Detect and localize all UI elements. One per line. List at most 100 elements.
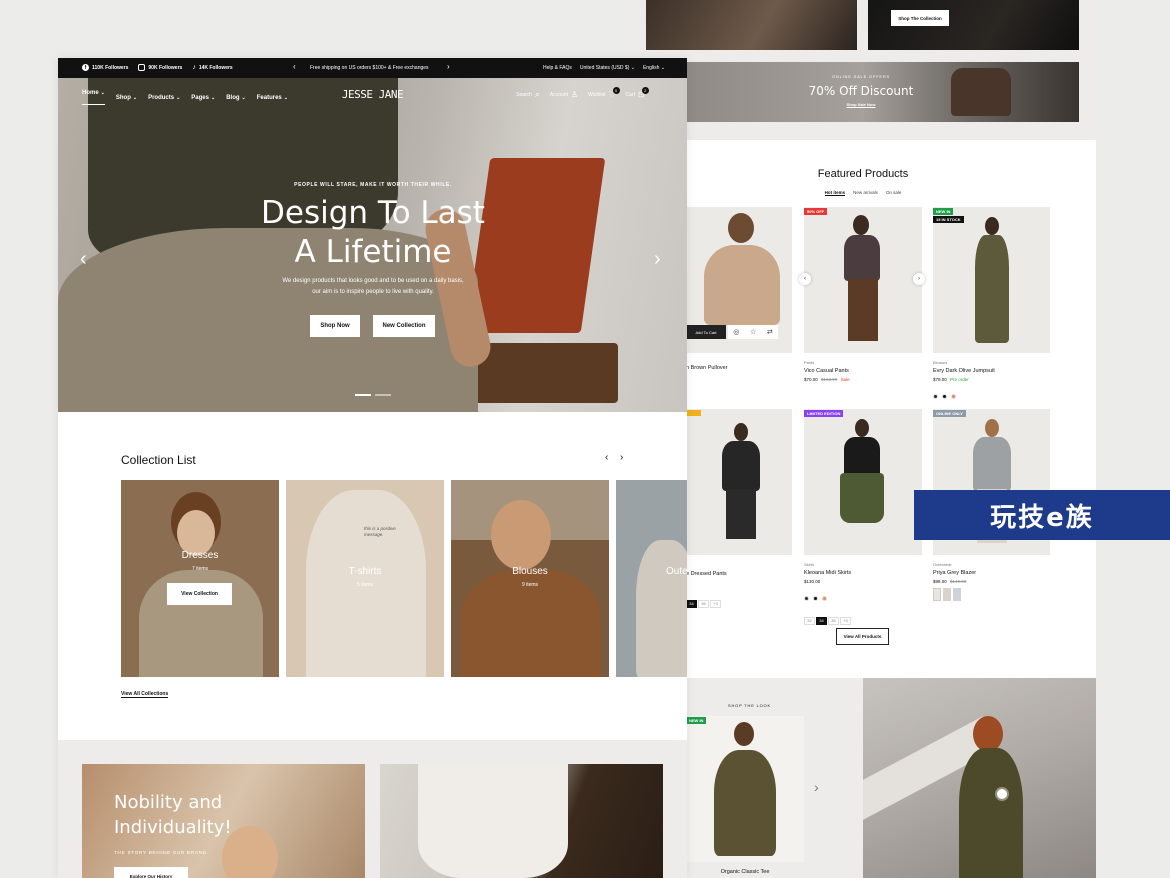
product-name[interactable]: Evry Dark Olive Jumpsuit: [933, 368, 1050, 374]
size-option[interactable]: 34: [816, 616, 827, 625]
product-image[interactable]: Add To Cart ◎ ☆ ⇄: [686, 207, 792, 353]
view-all-products-button[interactable]: View All Products: [836, 628, 889, 645]
story-title-line2: Individuality!: [114, 817, 232, 838]
explore-history-button[interactable]: Explore Our History: [114, 867, 188, 878]
hero-title-line2: A Lifetime: [294, 234, 452, 270]
product-image[interactable]: [686, 409, 792, 555]
facebook-icon[interactable]: f: [82, 64, 89, 71]
top-left-image: [646, 0, 857, 50]
size-option[interactable]: +3: [710, 599, 721, 608]
shop-collection-button[interactable]: Shop The Collection: [891, 10, 949, 26]
collection-card-tshirts[interactable]: this is a positive message. T-shirts 5 i…: [286, 480, 444, 677]
announcement-bar: f 110K Followers 90K Followers ♪ 14K Fol…: [58, 58, 687, 78]
product-image[interactable]: NEW IN 15 IN STOCK: [933, 207, 1050, 353]
collection-count: 5 items: [356, 582, 374, 588]
top-right-image: Shop The Collection: [868, 0, 1079, 50]
product-category: Skirts: [804, 562, 814, 567]
hotspot-icon[interactable]: [997, 789, 1007, 799]
product-image[interactable]: 50% OFF: [804, 207, 922, 353]
shop-now-button[interactable]: Shop Now: [310, 315, 360, 337]
announcement-next-icon[interactable]: ›: [447, 62, 450, 71]
announcement-prev-icon[interactable]: ‹: [293, 62, 296, 71]
compare-icon[interactable]: ⇄: [767, 328, 773, 336]
variant-thumbnails: [933, 588, 1050, 601]
size-option[interactable]: 36: [698, 599, 709, 608]
variant-thumb[interactable]: [953, 588, 961, 601]
size-option[interactable]: 32: [804, 616, 815, 625]
hero-banner: PEOPLE WILL STARE, MAKE IT WORTH THEIR W…: [58, 78, 687, 412]
help-link[interactable]: Help & FAQs: [543, 65, 572, 71]
collection-prev-icon[interactable]: ‹: [605, 452, 608, 463]
view-all-collections-link[interactable]: View All Collections: [121, 691, 169, 698]
collection-card-outer[interactable]: Outer: [616, 480, 687, 677]
tab-on-sale[interactable]: On sale: [886, 190, 902, 196]
size-option[interactable]: 34: [686, 599, 697, 608]
language-selector[interactable]: English ⌄: [643, 65, 665, 71]
tab-hot-items[interactable]: Hot items: [824, 190, 846, 196]
sale-label: Sale: [840, 377, 850, 382]
instagram-icon[interactable]: [138, 64, 146, 71]
limited-badge: LIMITED EDITION: [804, 410, 844, 417]
collection-next-icon[interactable]: ›: [620, 452, 623, 463]
product-name[interactable]: Priya Grey Blazer: [933, 570, 1050, 576]
products-prev-button[interactable]: ‹: [799, 273, 811, 285]
swatch[interactable]: [822, 596, 827, 601]
slide-dot-active[interactable]: [355, 394, 371, 396]
product-price: $70.00: [804, 377, 818, 382]
swatch[interactable]: [804, 596, 809, 601]
sale-eyebrow: ONLINE SALE OFFERS: [832, 74, 890, 79]
variant-thumb[interactable]: [933, 588, 941, 601]
account-button[interactable]: Account ♙: [550, 90, 578, 99]
product-name[interactable]: n Brown Pullover: [686, 365, 792, 371]
stock-badge: 15 IN STOCK: [933, 216, 964, 223]
tab-new-arrivals[interactable]: New arrivals: [853, 190, 878, 196]
cart-button[interactable]: Cart ⊡ 2: [626, 87, 649, 99]
search-icon: ⌕: [534, 89, 540, 99]
wishlist-button[interactable]: Wishlist ♡ 0: [588, 87, 620, 99]
collection-card-blouses[interactable]: Blouses 9 items: [451, 480, 609, 677]
size-option[interactable]: 36: [828, 616, 839, 625]
collection-card-dresses[interactable]: Dresses 7 items View Collection: [121, 480, 279, 677]
header-actions: Search ⌕ Account ♙ Wishlist ♡ 0 Cart ⊡ 2: [516, 87, 649, 100]
new-in-badge: NEW IN: [933, 208, 954, 215]
slide-dot[interactable]: [375, 394, 391, 396]
product-name[interactable]: e Dressed Pants: [686, 571, 792, 577]
product-image[interactable]: LIMITED EDITION: [804, 409, 922, 555]
quick-view-icon[interactable]: ◎: [733, 328, 739, 336]
tiktok-icon[interactable]: ♪: [192, 64, 196, 71]
featured-title: Featured Products: [817, 168, 909, 180]
shop-look-product-name[interactable]: Organic Classic Tee: [686, 869, 804, 875]
swatch[interactable]: [942, 394, 947, 399]
social-count: 14K Followers: [198, 64, 233, 71]
hero-prev-icon[interactable]: ‹: [80, 248, 87, 271]
search-button[interactable]: Search ⌕: [516, 89, 540, 100]
sale-cta[interactable]: Shop Sale Now: [686, 102, 1036, 107]
story-title-line1: Nobility and: [114, 792, 223, 813]
collection-name: T-shirts: [348, 566, 382, 577]
shop-look-product-image[interactable]: NEW IN: [686, 716, 804, 862]
cart-count-badge: 2: [641, 87, 649, 94]
new-collection-button[interactable]: New Collection: [373, 315, 435, 337]
hero-title-line1: Design To Last: [261, 195, 485, 231]
product-name[interactable]: Vico Casual Pants: [804, 368, 922, 374]
swatch[interactable]: [813, 596, 818, 601]
story-image-right: [380, 764, 663, 878]
size-option[interactable]: +3: [840, 616, 851, 625]
hero-next-icon[interactable]: ›: [654, 248, 661, 271]
add-to-cart-button[interactable]: Add To Cart: [686, 325, 726, 339]
shop-look-next-icon[interactable]: ›: [814, 779, 819, 795]
products-next-button[interactable]: ›: [913, 273, 925, 285]
swatch[interactable]: [951, 394, 956, 399]
swatch[interactable]: [933, 394, 938, 399]
wishlist-star-icon[interactable]: ☆: [750, 328, 756, 336]
product-price: $98.00: [933, 579, 947, 584]
color-swatches: [933, 386, 1050, 404]
view-collection-button[interactable]: View Collection: [167, 583, 232, 605]
sale-banner[interactable]: ONLINE SALE OFFERS 70% Off Discount Shop…: [686, 62, 1079, 122]
variant-thumb[interactable]: [943, 588, 951, 601]
collection-name: Outer: [666, 566, 687, 577]
country-selector[interactable]: United States (USD $) ⌄: [580, 65, 635, 71]
sale-title: 70% Off Discount: [808, 84, 914, 98]
product-name[interactable]: Kleoana Midi Skirts: [804, 570, 922, 576]
left-page-mockup: f 110K Followers 90K Followers ♪ 14K Fol…: [58, 58, 687, 878]
